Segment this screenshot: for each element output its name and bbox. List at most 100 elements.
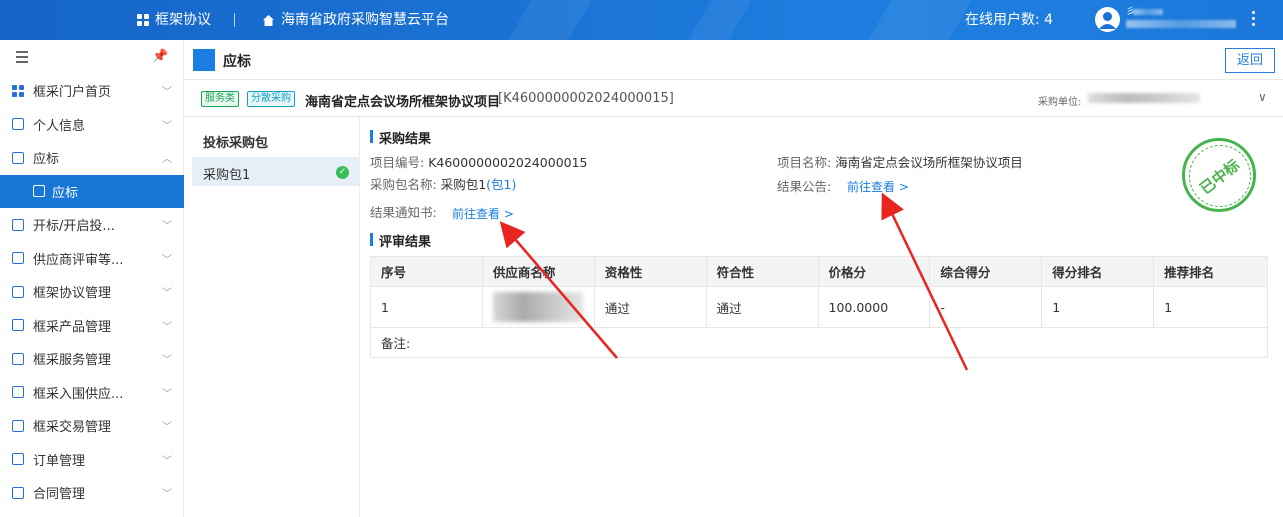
agreement-icon — [12, 285, 24, 298]
package-panel: 投标采购包 采购包1 ✓ — [192, 124, 359, 517]
sidebar-item-portal-home[interactable]: 框采门户首页 ﹀ — [0, 74, 184, 108]
project-name-value: 海南省定点会议场所框架协议项目 — [835, 155, 1023, 170]
order-icon — [12, 453, 24, 466]
column-header: 资格性 — [593, 256, 707, 287]
chevron-down-icon[interactable]: ∨ — [1258, 90, 1267, 104]
table-cell: 1 — [1153, 286, 1268, 328]
platform-name: 海南省政府采购智慧云平台 — [281, 12, 449, 28]
chevron-down-icon: ﹀ — [162, 388, 172, 400]
sidebar-item-profile[interactable]: 个人信息 ﹀ — [0, 108, 184, 142]
announcement-link[interactable]: 前往查看 > — [847, 178, 909, 195]
platform-home-link[interactable]: 海南省政府采购智慧云平台 — [262, 0, 449, 40]
package-name-field: 采购包名称: 采购包1(包1) — [370, 174, 516, 193]
chevron-down-icon: ﹀ — [162, 87, 172, 99]
package-panel-title: 投标采购包 — [203, 136, 269, 151]
product-icon — [12, 319, 24, 332]
apps-grid-icon — [137, 14, 149, 26]
sidebar-item-label: 开标/开启投... — [33, 219, 115, 235]
chevron-down-icon: ﹀ — [162, 321, 172, 333]
table-cell: - — [929, 286, 1043, 328]
project-number-value: K4600000002024000015 — [428, 155, 588, 170]
table-cell: 1 — [370, 286, 483, 328]
page-header: 应标 返回 — [184, 40, 1283, 80]
supplier-name-redacted — [492, 292, 583, 322]
chevron-up-icon: ︿ — [162, 154, 172, 166]
divider — [359, 117, 360, 517]
buyer-name-redacted — [1088, 93, 1200, 103]
sidebar-item-label: 框采服务管理 — [33, 353, 112, 369]
field-label: 项目名称: — [777, 155, 832, 170]
column-header: 推荐排名 — [1153, 256, 1268, 287]
sidebar-item-label: 框架协议管理 — [33, 286, 112, 302]
sidebar-item-shortlist[interactable]: 框采入围供应... ﹀ — [0, 376, 184, 410]
sidebar-subitem-bid[interactable]: 应标 — [0, 174, 184, 208]
column-header: 供应商名称 — [481, 256, 595, 287]
field-label: 项目编号: — [370, 155, 425, 170]
package-link[interactable]: (包1) — [486, 177, 516, 192]
user-icon — [1099, 12, 1116, 29]
buyer-label: 采购单位: — [1038, 97, 1082, 108]
sidebar-item-label: 合同管理 — [33, 487, 86, 503]
table-cell: 1 — [1041, 286, 1155, 328]
user-avatar[interactable] — [1095, 7, 1120, 32]
package-item[interactable]: 采购包1 ✓ — [192, 157, 359, 186]
user-org-redacted — [1126, 20, 1236, 28]
project-number-field: 项目编号: K4600000002024000015 — [370, 152, 588, 171]
chevron-down-icon: ﹀ — [162, 221, 172, 233]
sidebar-item-contract[interactable]: 合同管理 ﹀ — [0, 476, 184, 510]
more-menu-icon[interactable] — [1252, 11, 1256, 26]
review-icon — [12, 252, 24, 265]
chevron-down-icon: ﹀ — [162, 120, 172, 132]
column-header: 符合性 — [705, 256, 819, 287]
package-name-value: 采购包1 — [440, 177, 487, 192]
home-icon — [263, 14, 274, 26]
sidebar-item-agreement[interactable]: 框架协议管理 ﹀ — [0, 275, 184, 309]
project-bar[interactable]: 服务类 分散采购 海南省定点会议场所框架协议项目 [K4600000002024… — [184, 81, 1283, 117]
sidebar-item-bid[interactable]: 应标 ︿ — [0, 141, 184, 175]
notice-link[interactable]: 前往查看 > — [452, 205, 514, 222]
contract-icon — [12, 486, 24, 499]
column-header: 综合得分 — [929, 256, 1043, 287]
divider — [234, 13, 235, 27]
notice-label: 结果通知书: — [370, 205, 437, 220]
sidebar-item-product[interactable]: 框采产品管理 ﹀ — [0, 309, 184, 343]
sidebar: 📌 框采门户首页 ﹀ 个人信息 ﹀ 应标 ︿ 应标 开标/开启投... ﹀ 供应… — [0, 40, 184, 517]
opening-icon — [12, 218, 24, 231]
online-users: 在线用户数: 4 — [965, 12, 1054, 28]
sidebar-item-supplier-review[interactable]: 供应商评审等... ﹀ — [0, 242, 184, 276]
bid-doc-icon — [33, 185, 45, 198]
supplier-name-cell — [481, 286, 595, 328]
grid-icon — [12, 84, 24, 97]
menu-toggle-icon[interactable] — [16, 51, 28, 66]
profile-icon — [12, 118, 24, 131]
app-switcher[interactable]: 框架协议 — [137, 0, 211, 40]
procurement-type-badge: 分散采购 — [247, 91, 295, 107]
table-cell: 通过 — [705, 286, 819, 328]
sidebar-item-label: 应标 — [33, 152, 60, 168]
sidebar-item-label: 个人信息 — [33, 118, 86, 134]
sidebar-item-opening[interactable]: 开标/开启投... ﹀ — [0, 208, 184, 242]
bid-icon — [12, 151, 24, 164]
app-name: 框架协议 — [155, 12, 211, 28]
field-label: 采购包名称: — [370, 177, 437, 192]
chevron-down-icon: ﹀ — [162, 254, 172, 266]
sidebar-item-trade[interactable]: 框采交易管理 ﹀ — [0, 409, 184, 443]
sidebar-item-label: 框采入围供应... — [33, 386, 124, 402]
sidebar-item-service[interactable]: 框采服务管理 ﹀ — [0, 342, 184, 376]
chevron-down-icon: ﹀ — [162, 489, 172, 501]
column-header: 价格分 — [817, 256, 931, 287]
check-circle-icon: ✓ — [336, 166, 349, 179]
table-cell: 通过 — [593, 286, 707, 328]
sidebar-item-order[interactable]: 订单管理 ﹀ — [0, 443, 184, 477]
pin-icon[interactable]: 📌 — [152, 49, 168, 64]
back-button[interactable]: 返回 — [1225, 48, 1275, 73]
evaluation-result-title: 评审结果 — [370, 231, 431, 250]
remark-cell: 备注: — [370, 327, 1268, 358]
table-header-row: 序号 供应商名称 资格性 符合性 价格分 综合得分 得分排名 推荐排名 — [370, 256, 1268, 287]
service-icon — [12, 352, 24, 365]
trade-icon — [12, 419, 24, 432]
service-type-badge: 服务类 — [201, 91, 239, 107]
shortlist-icon — [12, 386, 24, 399]
stamp-text: 已中标 — [1196, 155, 1244, 198]
project-title: 海南省定点会议场所框架协议项目 — [305, 95, 501, 110]
